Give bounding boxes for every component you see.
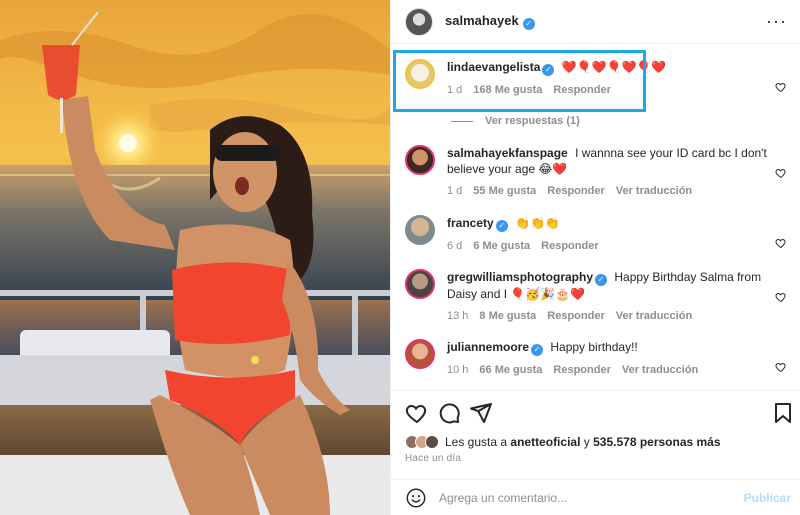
translate-button[interactable]: Ver traducción: [622, 362, 698, 378]
comment-time[interactable]: 1 d: [447, 183, 462, 199]
commenter-username[interactable]: salmahayekfanspage: [447, 146, 568, 160]
post-details-panel: salmahayek ✓ ··· lindaevangelista ✓ ❤️🎈❤️🎈…: [390, 0, 800, 515]
post-time-ago[interactable]: Hace un día: [405, 453, 461, 464]
comment-time[interactable]: 6 d: [447, 238, 462, 254]
likes-user-link[interactable]: anetteoficial: [510, 435, 580, 449]
comment-meta: 13 h 8 Me gusta Responder Ver traducción: [447, 308, 767, 324]
commenter-avatar[interactable]: [405, 215, 435, 245]
comment-likes[interactable]: 66 Me gusta: [479, 362, 542, 378]
translate-button[interactable]: Ver traducción: [616, 308, 692, 324]
commenter-username[interactable]: francety: [447, 216, 494, 230]
commenter-avatar[interactable]: [405, 269, 435, 299]
heart-icon[interactable]: [775, 361, 787, 373]
commenter-avatar[interactable]: [405, 145, 435, 175]
comment-likes[interactable]: 55 Me gusta: [473, 183, 536, 199]
add-comment-bar: Publicar: [391, 479, 800, 515]
reply-button[interactable]: Responder: [553, 362, 610, 378]
heart-icon[interactable]: [405, 401, 429, 425]
comment-input[interactable]: [439, 491, 729, 505]
translate-button[interactable]: Ver traducción: [616, 183, 692, 199]
commenter-avatar[interactable]: [405, 339, 435, 369]
heart-icon[interactable]: [775, 237, 787, 249]
post-header: salmahayek ✓ ···: [391, 0, 800, 44]
comment-time[interactable]: 13 h: [447, 308, 468, 324]
heart-icon[interactable]: [775, 291, 787, 303]
comment-body: juliannemoore ✓ Happy birthday!! 10 h 66 …: [447, 339, 767, 378]
heart-icon[interactable]: [775, 81, 787, 93]
likes-summary[interactable]: Les gusta a anetteoficial y 535.578 pers…: [405, 435, 721, 449]
reply-button[interactable]: Responder: [547, 308, 604, 324]
comment-body: gregwilliamsphotography ✓ Happy Birthday …: [447, 269, 767, 324]
commenter-username[interactable]: gregwilliamsphotography: [447, 270, 593, 284]
likes-connector: y: [583, 435, 590, 449]
comment-meta: 10 h 66 Me gusta Responder Ver traducció…: [447, 362, 767, 378]
heart-icon[interactable]: [775, 167, 787, 179]
verified-badge-icon: ✓: [531, 344, 544, 356]
comment-text: 👏👏👏: [515, 216, 560, 230]
verified-badge-icon: ✓: [495, 220, 508, 232]
comment-body: salmahayekfanspage I wannna see your ID …: [447, 145, 767, 199]
comment-icon[interactable]: [437, 401, 461, 425]
comment-meta: 1 d 55 Me gusta Responder Ver traducción: [447, 183, 767, 199]
paper-plane-icon[interactable]: [469, 401, 493, 425]
highlight-box: [393, 50, 646, 112]
comment-likes[interactable]: 6 Me gusta: [473, 238, 530, 254]
reply-button[interactable]: Responder: [547, 183, 604, 199]
likes-text: Les gusta a anetteoficial y 535.578 pers…: [445, 435, 721, 449]
verified-badge-icon: ✓: [595, 274, 608, 286]
likes-prefix: Les gusta a: [445, 435, 508, 449]
comment-meta: 6 d 6 Me gusta Responder: [447, 238, 767, 254]
likes-count-link[interactable]: 535.578 personas más: [593, 435, 720, 449]
comment-time[interactable]: 10 h: [447, 362, 468, 378]
author-avatar[interactable]: [405, 7, 433, 36]
commenter-username[interactable]: juliannemoore: [447, 340, 529, 354]
instagram-post-view: salmahayek ✓ ··· lindaevangelista ✓ ❤️🎈❤️🎈…: [0, 0, 800, 515]
liker-avatar: [425, 435, 439, 449]
comment-body: francety ✓ 👏👏👏 6 d 6 Me gusta Responder: [447, 215, 767, 254]
view-replies-button[interactable]: Ver respuestas (1): [451, 115, 580, 127]
post-comment-button[interactable]: Publicar: [744, 491, 791, 505]
comment-likes[interactable]: 8 Me gusta: [479, 308, 536, 324]
verified-badge-icon: ✓: [522, 18, 535, 30]
comment-text: Happy birthday!!: [550, 340, 638, 354]
photo-illustration: [0, 11, 390, 515]
bookmark-icon[interactable]: [771, 401, 795, 425]
emoji-icon[interactable]: [405, 487, 427, 509]
author-username[interactable]: salmahayek ✓: [445, 13, 535, 30]
author-username-text[interactable]: salmahayek: [445, 13, 519, 28]
reply-button[interactable]: Responder: [541, 238, 598, 254]
more-horizontal-icon[interactable]: ···: [766, 12, 787, 30]
post-photo[interactable]: [0, 0, 390, 515]
post-actions: Les gusta a anetteoficial y 535.578 pers…: [391, 390, 800, 515]
